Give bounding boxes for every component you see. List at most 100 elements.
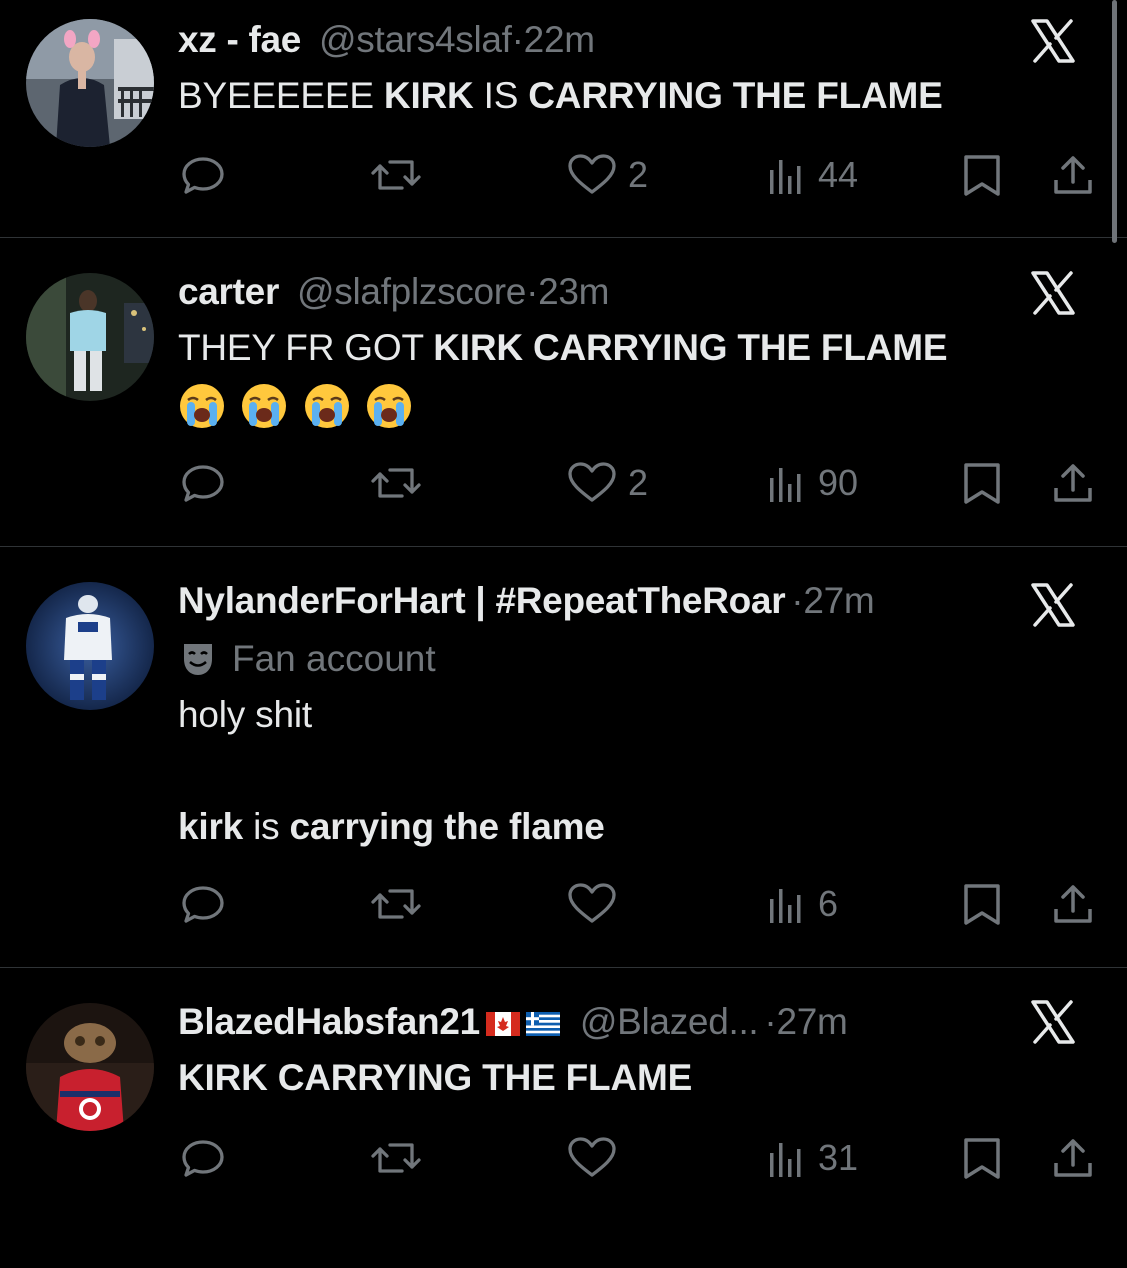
display-name[interactable]: carter <box>178 271 279 312</box>
tweet-header: NylanderForHart | #RepeatTheRoar ·27m <box>178 579 1027 623</box>
reply-icon <box>182 157 224 194</box>
loudly-crying-face-emoji <box>367 384 412 428</box>
avatar[interactable] <box>26 1003 154 1131</box>
retweet-button[interactable] <box>368 152 424 198</box>
text-segment-bold: kirk <box>178 806 244 847</box>
retweet-button[interactable] <box>368 881 424 927</box>
avatar[interactable] <box>26 582 154 710</box>
tweet[interactable]: carter @slafplzscore·23m THEY FR GOT KIR… <box>0 238 1127 547</box>
badge-text: Fan account <box>232 638 436 679</box>
retweet-icon <box>371 160 421 190</box>
reply-icon <box>182 1140 224 1177</box>
like-count: 2 <box>628 462 649 503</box>
tweet[interactable]: xz - fae @stars4slaf·22m BYEEEEEE KIRK I… <box>0 0 1127 238</box>
bookmark-button[interactable] <box>960 152 1004 198</box>
share-icon <box>1054 464 1092 502</box>
share-button[interactable] <box>1050 1135 1096 1181</box>
theater-mask-icon <box>184 644 212 675</box>
display-name[interactable]: BlazedHabsfan21 <box>178 1001 480 1042</box>
timestamp[interactable]: 27m <box>776 1001 847 1042</box>
like-button[interactable] <box>566 881 618 927</box>
user-handle[interactable]: @stars4slaf <box>319 19 512 60</box>
tweet-text-line-1: holy shit <box>178 694 312 735</box>
bookmark-button[interactable] <box>960 881 1004 927</box>
avatar[interactable] <box>26 19 154 147</box>
views-icon <box>770 468 801 502</box>
bookmark-icon <box>964 884 1000 925</box>
canada-flag <box>485 1012 520 1036</box>
views-icon <box>770 889 801 923</box>
avatar[interactable] <box>26 273 154 401</box>
tweet-text: kirk is carrying the flame <box>178 805 1027 849</box>
tweet-text: THEY FR GOT KIRK CARRYING THE FLAME <box>178 326 1027 370</box>
action-bar: 2 44 <box>178 152 1098 198</box>
loudly-crying-face-emoji <box>180 384 224 428</box>
view-count: 6 <box>818 883 839 924</box>
text-segment: IS <box>473 75 529 116</box>
retweet-icon <box>371 1143 421 1173</box>
text-segment-bold: KIRK CARRYING THE FLAME <box>433 327 948 368</box>
user-handle[interactable]: @Blazed... <box>580 1001 759 1042</box>
tweet-text: KIRK CARRYING THE FLAME <box>178 1056 1027 1100</box>
fan-account-label: Fan account <box>178 637 1027 681</box>
loudly-crying-face-emoji <box>304 384 349 428</box>
display-name[interactable]: xz - fae <box>178 19 301 60</box>
action-bar: 6 <box>178 881 1098 927</box>
retweet-icon <box>371 468 421 498</box>
text-segment-bold: carrying the flame <box>289 806 605 847</box>
like-icon <box>568 1137 616 1177</box>
retweet-button[interactable] <box>368 460 424 506</box>
view-count: 44 <box>818 154 859 195</box>
scrollbar[interactable] <box>1112 0 1117 243</box>
share-button[interactable] <box>1050 460 1096 506</box>
views-icon <box>770 1143 801 1177</box>
share-button[interactable] <box>1050 152 1096 198</box>
views-button[interactable]: 6 <box>766 881 838 927</box>
reply-button[interactable] <box>178 881 228 927</box>
reply-button[interactable] <box>178 460 228 506</box>
views-button[interactable]: 31 <box>766 1135 858 1181</box>
reply-icon <box>182 465 224 502</box>
tweet-header: BlazedHabsfan21 @Blazed... ·27m <box>178 1000 1027 1044</box>
view-count: 31 <box>818 1137 859 1178</box>
display-name[interactable]: NylanderForHart | #RepeatTheRoar <box>178 580 786 621</box>
retweet-button[interactable] <box>368 1135 424 1181</box>
reply-button[interactable] <box>178 152 228 198</box>
views-button[interactable]: 90 <box>766 460 858 506</box>
tweet[interactable]: BlazedHabsfan21 @Blazed... ·27m KIRK CARR… <box>0 968 1127 1268</box>
like-icon <box>568 883 616 923</box>
timestamp[interactable]: 27m <box>803 580 874 621</box>
views-button[interactable]: 44 <box>766 152 858 198</box>
user-handle[interactable]: @slafplzscore <box>297 271 526 312</box>
separator-dot: · <box>511 19 524 60</box>
tweet[interactable]: NylanderForHart | #RepeatTheRoar ·27m Fan… <box>0 547 1127 968</box>
timestamp[interactable]: 23m <box>538 271 609 312</box>
like-count: 2 <box>628 154 649 195</box>
share-icon <box>1054 156 1092 194</box>
action-bar: 31 <box>178 1135 1098 1181</box>
bookmark-icon <box>964 1138 1000 1179</box>
retweet-icon <box>371 889 421 919</box>
x-logo-icon[interactable] <box>1029 269 1077 317</box>
reply-button[interactable] <box>178 1135 228 1181</box>
separator-dot: · <box>764 1001 777 1042</box>
x-logo-icon[interactable] <box>1029 581 1077 629</box>
text-segment-bold: KIRK CARRYING THE FLAME <box>178 1057 693 1098</box>
like-button[interactable]: 2 <box>566 460 648 506</box>
x-logo-icon[interactable] <box>1029 17 1077 65</box>
like-button[interactable] <box>566 1135 618 1181</box>
tweet-text: BYEEEEEE KIRK IS CARRYING THE FLAME <box>178 74 1027 118</box>
x-logo-icon[interactable] <box>1029 998 1077 1046</box>
views-icon <box>770 160 801 194</box>
separator-dot: · <box>791 580 804 621</box>
timestamp[interactable]: 22m <box>524 19 595 60</box>
share-icon <box>1054 885 1092 923</box>
text-segment: THEY FR GOT <box>178 327 434 368</box>
replies-feed: xz - fae @stars4slaf·22m BYEEEEEE KIRK I… <box>0 0 1127 1268</box>
reply-icon <box>182 886 224 923</box>
text-segment: is <box>243 806 290 847</box>
like-button[interactable]: 2 <box>566 152 648 198</box>
share-button[interactable] <box>1050 881 1096 927</box>
bookmark-button[interactable] <box>960 460 1004 506</box>
bookmark-button[interactable] <box>960 1135 1004 1181</box>
